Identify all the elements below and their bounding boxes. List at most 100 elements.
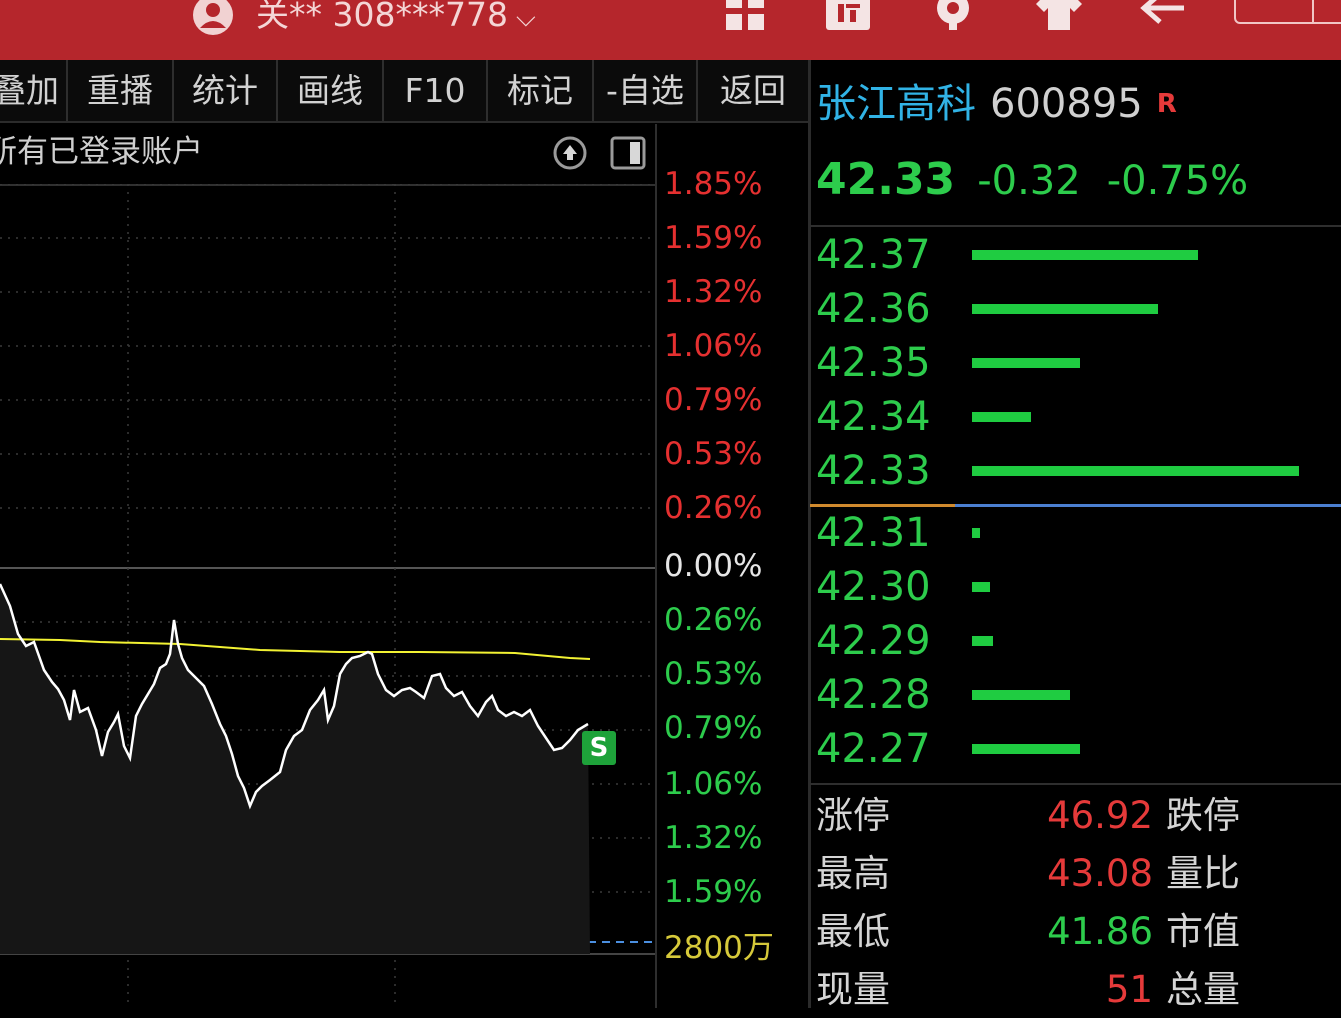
ask-volume-bar xyxy=(972,250,1198,260)
account-selector[interactable]: 关** 308***778 ⌵ xyxy=(256,0,536,43)
axis-label-down: 0.26% xyxy=(664,602,763,638)
bid-price: 42.28 xyxy=(816,672,931,718)
back-arrow-icon[interactable] xyxy=(1140,0,1186,36)
ask-volume-bar xyxy=(972,412,1031,422)
ask-row[interactable]: 42.35 xyxy=(816,336,1341,390)
bid-row[interactable]: 42.31 xyxy=(816,506,1341,560)
bid-price: 42.29 xyxy=(816,618,931,664)
stat-value: 41.86 xyxy=(1047,910,1153,953)
bid-row[interactable]: 42.30 xyxy=(816,560,1341,614)
upload-icon[interactable] xyxy=(552,136,588,170)
price-change: -0.32 xyxy=(977,158,1081,204)
bid-row[interactable]: 42.29 xyxy=(816,614,1341,668)
sell-signal-badge[interactable]: S xyxy=(582,731,616,765)
bid-row[interactable]: 42.28 xyxy=(816,668,1341,722)
panel-toggle-icon[interactable] xyxy=(610,136,646,170)
axis-label-up: 1.59% xyxy=(664,220,763,256)
gear-icon[interactable] xyxy=(930,0,976,36)
bid-volume-bar xyxy=(972,528,980,538)
stat-label: 涨停 xyxy=(816,794,890,837)
axis-label-up: 0.26% xyxy=(664,490,763,526)
divider xyxy=(810,225,1341,227)
stock-name[interactable]: 张江高科 xyxy=(816,81,976,127)
axis-label-down: 0.53% xyxy=(664,656,763,692)
stat-label-secondary: 量比 xyxy=(1166,852,1240,895)
volume-axis-label: 2800万 xyxy=(664,930,774,966)
account-name: 关** 308***778 xyxy=(256,0,508,34)
bid-volume-bar xyxy=(972,582,990,592)
divider xyxy=(810,783,1341,785)
replay-button[interactable]: 重播 xyxy=(68,60,174,121)
axis-label-down: 0.79% xyxy=(664,710,763,746)
financing-flag: R xyxy=(1156,89,1177,119)
ask-row[interactable]: 42.33 xyxy=(816,444,1341,498)
chart-axis-divider xyxy=(655,124,657,1008)
calendar-icon[interactable] xyxy=(824,0,870,36)
bid-price: 42.31 xyxy=(816,510,931,556)
axis-label-down: 1.06% xyxy=(664,766,763,802)
chart-toolbar: 叠加 重播 统计 画线 F10 标记 -自选 返回 xyxy=(0,60,808,123)
overlay-button[interactable]: 叠加 xyxy=(0,60,68,121)
ask-price: 42.36 xyxy=(816,286,931,332)
last-price: 42.33 xyxy=(816,154,956,205)
stat-label-secondary: 市值 xyxy=(1166,910,1240,953)
bid-volume-bar xyxy=(972,744,1080,754)
ask-price: 42.37 xyxy=(816,232,931,278)
grid-icon[interactable] xyxy=(722,0,768,36)
intraday-chart-svg xyxy=(0,184,655,1008)
remove-watchlist-button[interactable]: -自选 xyxy=(594,60,698,121)
axis-label-down: 1.59% xyxy=(664,874,763,910)
axis-label-up: 1.06% xyxy=(664,328,763,364)
mark-button[interactable]: 标记 xyxy=(488,60,594,121)
chart-header: 所有已登录账户 xyxy=(0,124,655,186)
axis-label-up: 1.32% xyxy=(664,274,763,310)
draw-line-button[interactable]: 画线 xyxy=(278,60,384,121)
price-change-percent: -0.75% xyxy=(1106,158,1249,204)
stock-code: 600895 xyxy=(990,81,1143,127)
bid-price: 42.30 xyxy=(816,564,931,610)
user-icon[interactable] xyxy=(192,0,234,36)
stat-value: 46.92 xyxy=(1047,794,1153,837)
axis-label-down: 1.32% xyxy=(664,820,763,856)
window-button-icon[interactable] xyxy=(1234,0,1341,24)
account-filter-label[interactable]: 所有已登录账户 xyxy=(0,124,203,180)
panel-divider xyxy=(808,60,811,1008)
stat-value: 51 xyxy=(1105,968,1153,1011)
f10-button[interactable]: F10 xyxy=(384,60,488,121)
stock-header: 张江高科 600895 R xyxy=(816,76,1177,132)
intraday-chart[interactable] xyxy=(0,184,655,1008)
quote-line: 42.33 -0.32 -0.75% xyxy=(816,152,1248,209)
bid-row[interactable]: 42.27 xyxy=(816,722,1341,776)
shirt-icon[interactable] xyxy=(1036,0,1082,36)
stat-label: 现量 xyxy=(816,968,890,1011)
chevron-down-icon: ⌵ xyxy=(515,3,536,33)
axis-label-up: 0.53% xyxy=(664,436,763,472)
stat-row: 涨停 46.92 跌停 xyxy=(816,788,1341,844)
bid-volume-bar xyxy=(972,690,1070,700)
ask-row[interactable]: 42.37 xyxy=(816,228,1341,282)
axis-label-zero: 0.00% xyxy=(664,548,763,584)
ask-volume-bar xyxy=(972,466,1299,476)
stat-row: 最低 41.86 市值 xyxy=(816,904,1341,960)
orderbook-divider-left xyxy=(810,504,955,507)
orderbook-divider-right xyxy=(955,504,1341,507)
bid-volume-bar xyxy=(972,636,993,646)
stat-row: 最高 43.08 量比 xyxy=(816,846,1341,902)
stat-row: 现量 51 总量 xyxy=(816,962,1341,1018)
stat-label-secondary: 总量 xyxy=(1166,968,1240,1011)
ask-row[interactable]: 42.36 xyxy=(816,282,1341,336)
bid-price: 42.27 xyxy=(816,726,931,772)
title-bar: 关** 308***778 ⌵ xyxy=(0,0,1341,60)
ask-volume-bar xyxy=(972,358,1080,368)
ask-price: 42.33 xyxy=(816,448,931,494)
statistics-button[interactable]: 统计 xyxy=(174,60,278,121)
ask-price: 42.35 xyxy=(816,340,931,386)
stat-value: 43.08 xyxy=(1047,852,1153,895)
ask-row[interactable]: 42.34 xyxy=(816,390,1341,444)
stat-label-secondary: 跌停 xyxy=(1166,794,1240,837)
axis-label-up: 1.85% xyxy=(664,166,763,202)
return-button[interactable]: 返回 xyxy=(698,60,808,121)
axis-label-up: 0.79% xyxy=(664,382,763,418)
ask-volume-bar xyxy=(972,304,1158,314)
stat-label: 最低 xyxy=(816,910,890,953)
